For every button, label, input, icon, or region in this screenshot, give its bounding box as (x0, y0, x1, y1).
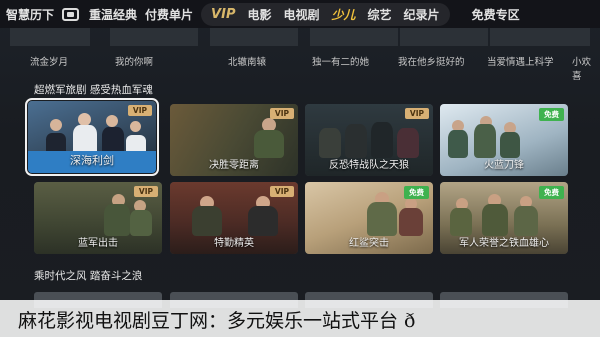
show-card[interactable]: VIP 深海利剑 (25, 98, 159, 176)
poster-strip[interactable] (310, 28, 398, 46)
poster-strip[interactable] (210, 28, 298, 46)
poster-caption: 我的你啊 (115, 57, 154, 68)
poster-caption: 我在他乡挺好的 (398, 57, 465, 68)
show-card[interactable]: 免费 红鲨突击 (305, 182, 433, 254)
poster-strip[interactable] (10, 28, 90, 46)
caption-overlay: 麻花影视电视剧豆丁网：多元娱乐一站式平台 ð (0, 300, 600, 337)
actor-figure (130, 121, 141, 132)
top-nav: 智慧历下 重温经典 付费单片 VIP 电影 电视剧 少儿 综艺 纪录片 免费专区 (0, 0, 600, 28)
actor-figure (367, 202, 397, 236)
actor-figure (500, 132, 520, 158)
nav-item-paid[interactable]: 付费单片 (145, 6, 193, 23)
show-title: 深海利剑 (70, 154, 114, 167)
actor-figure (399, 208, 423, 236)
actor-figure (448, 130, 468, 158)
actor-figure (482, 204, 508, 236)
section-title-military: 超燃军旅剧 感受热血军魂 (34, 84, 153, 96)
show-title: 军人荣誉之铁血雄心 (459, 238, 549, 249)
section-title-era: 乘时代之风 踏奋斗之浪 (34, 270, 143, 282)
show-title: 蓝军出击 (78, 238, 118, 249)
show-card[interactable]: 免费 军人荣誉之铁血雄心 (440, 182, 568, 254)
free-badge: 免费 (404, 186, 429, 199)
poster-caption: 北辙南辕 (228, 57, 267, 68)
tab-kids[interactable]: 少儿 (332, 6, 356, 23)
nav-item-zhihui[interactable]: 智慧历下 (6, 6, 54, 23)
show-card[interactable]: VIP 特勤精英 (170, 182, 298, 254)
tv-icon (62, 7, 80, 21)
poster-strip[interactable] (490, 28, 590, 46)
vip-badge: VIP (133, 186, 158, 197)
show-title: 特勤精英 (214, 238, 254, 249)
tab-variety[interactable]: 综艺 (368, 6, 392, 23)
show-title: 反恐特战队之天狼 (329, 160, 409, 171)
poster-caption: 当爱情遇上科学 (487, 57, 554, 68)
actor-figure (371, 122, 393, 158)
vip-badge: VIP (269, 186, 294, 197)
show-card[interactable]: VIP 决胜零距离 (170, 104, 298, 176)
poster-caption: 小欢喜 (572, 57, 592, 82)
tv-home-screen: 智慧历下 重温经典 付费单片 VIP 电影 电视剧 少儿 综艺 纪录片 免费专区… (0, 0, 600, 337)
show-card[interactable]: 免费 火蓝刀锋 (440, 104, 568, 176)
actor-figure (345, 124, 367, 158)
vip-badge: VIP (127, 105, 152, 116)
tab-movie[interactable]: 电影 (247, 6, 271, 23)
free-badge: 免费 (539, 186, 564, 199)
tab-vip[interactable]: VIP (211, 7, 235, 22)
actor-figure (106, 115, 118, 127)
actor-figure (104, 204, 130, 236)
category-pill: VIP 电影 电视剧 少儿 综艺 纪录片 (201, 2, 450, 26)
nav-item-free[interactable]: 免费专区 (472, 6, 520, 23)
vip-badge: VIP (404, 108, 429, 119)
actor-figure (450, 208, 472, 236)
show-title: 红鲨突击 (349, 238, 389, 249)
actor-figure (192, 206, 222, 236)
caption-text: 麻花影视电视剧豆丁网：多元娱乐一站式平台 ð (18, 310, 416, 332)
show-title: 决胜零距离 (209, 160, 259, 171)
tab-documentary[interactable]: 纪录片 (404, 6, 440, 23)
poster-strip[interactable] (110, 28, 198, 46)
poster-caption: 独一有二的她 (312, 57, 370, 68)
actor-figure (248, 206, 278, 236)
poster-caption: 流金岁月 (30, 57, 69, 68)
actor-figure (254, 130, 284, 158)
nav-item-classic[interactable]: 重温经典 (89, 6, 137, 23)
actor-figure (319, 128, 341, 158)
vip-badge: VIP (269, 108, 294, 119)
actor-figure (474, 124, 496, 158)
actor-figure (397, 128, 419, 158)
show-title: 火蓝刀锋 (484, 160, 524, 171)
tab-tv-series[interactable]: 电视剧 (284, 6, 320, 23)
show-card[interactable]: VIP 蓝军出击 (34, 182, 162, 254)
free-badge: 免费 (539, 108, 564, 121)
top-poster-row: 流金岁月 我的你啊 北辙南辕 独一有二的她 我在他乡挺好的 当爱情遇上科学 小欢… (0, 28, 600, 82)
poster-strip[interactable] (400, 28, 488, 46)
actor-figure (130, 210, 152, 236)
show-card[interactable]: VIP 反恐特战队之天狼 (305, 104, 433, 176)
actor-figure (514, 206, 538, 236)
actor-figure (50, 119, 62, 131)
